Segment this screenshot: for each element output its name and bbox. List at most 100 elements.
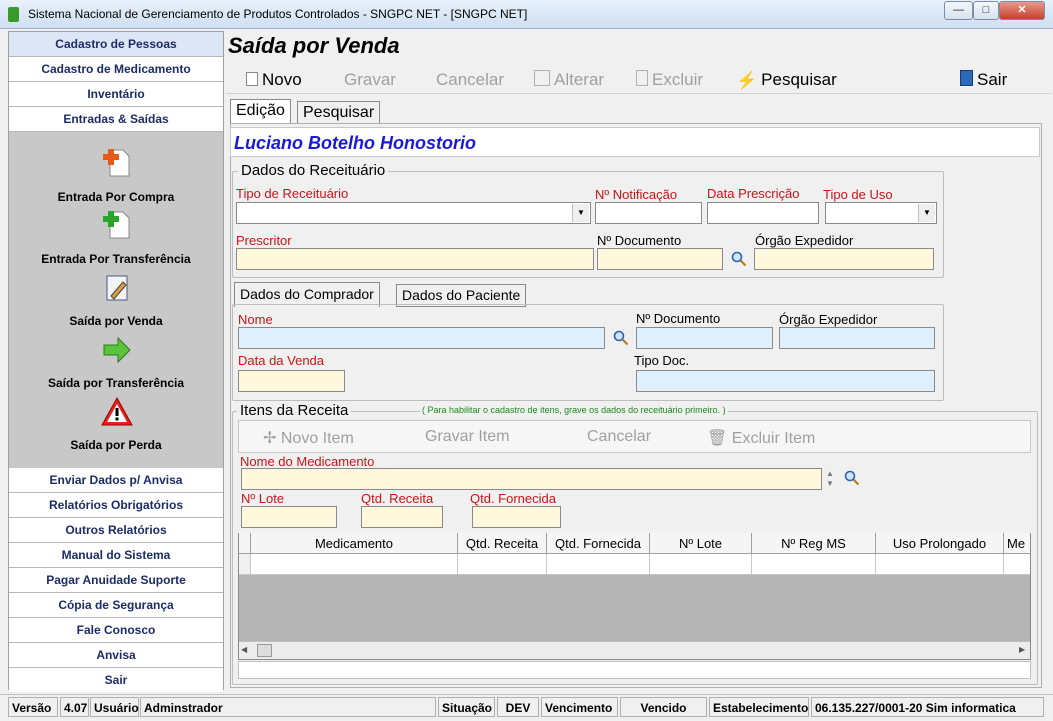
sidebar-item-inventario[interactable]: Inventário	[9, 82, 223, 107]
sidebar-saida-transferencia[interactable]: Saída por Transferência	[9, 376, 223, 390]
saida-transferencia-icon	[103, 336, 131, 364]
sidebar-item-entradas-saidas[interactable]: Entradas & Saídas	[9, 107, 223, 132]
grid-header-qtd-receita[interactable]: Qtd. Receita	[458, 533, 547, 554]
pesquisar-label: Pesquisar	[761, 70, 837, 89]
grid-cell[interactable]	[458, 554, 547, 575]
receituario-n-documento-label: Nº Documento	[597, 233, 682, 248]
status-usuario-value: Adminstrador	[140, 697, 436, 717]
alterar-button[interactable]: Alterar	[534, 70, 604, 90]
sidebar-entrada-transferencia[interactable]: Entrada Por Transferência	[9, 252, 223, 266]
excluir-item-label: Excluir Item	[731, 430, 816, 447]
sidebar-item-cadastro-pessoas[interactable]: Cadastro de Pessoas	[9, 32, 223, 57]
novo-item-label: Novo Item	[280, 430, 354, 447]
search-icon[interactable]	[731, 251, 747, 267]
nome-input[interactable]	[238, 327, 605, 349]
sidebar-item-relatorios-obrigatorios[interactable]: Relatórios Obrigatórios	[9, 493, 223, 518]
sidebar-item-outros-relatorios[interactable]: Outros Relatórios	[9, 518, 223, 543]
status-versao-value: 4.07	[60, 697, 89, 717]
tipo-receituario-select[interactable]: ▼	[236, 202, 591, 224]
close-button[interactable]: ✕	[999, 1, 1045, 20]
status-situacao-value: DEV	[497, 697, 539, 717]
grid-cell[interactable]	[752, 554, 876, 575]
sair-button[interactable]: Sair	[960, 70, 1007, 90]
n-lote-label: Nº Lote	[241, 491, 285, 506]
sidebar-item-cadastro-medicamento[interactable]: Cadastro de Medicamento	[9, 57, 223, 82]
n-lote-input[interactable]	[241, 506, 337, 528]
grid-row-indicator	[239, 554, 251, 575]
new-item-icon: ✢	[263, 430, 281, 447]
sidebar-saida-venda[interactable]: Saída por Venda	[9, 314, 223, 328]
comprador-n-documento-input[interactable]	[636, 327, 773, 349]
gravar-item-label: Gravar Item	[425, 428, 510, 445]
data-prescricao-input[interactable]	[707, 202, 819, 224]
data-prescricao-label: Data Prescrição	[707, 186, 800, 201]
scroll-left-icon[interactable]: ◀	[241, 645, 247, 654]
gravar-item-button[interactable]: Gravar Item	[425, 428, 509, 446]
sidebar-item-fale-conosco[interactable]: Fale Conosco	[9, 618, 223, 643]
qtd-receita-input[interactable]	[361, 506, 443, 528]
comprador-orgao-label: Órgão Expedidor	[779, 312, 878, 327]
excluir-button[interactable]: Excluir	[636, 70, 703, 90]
entrada-transferencia-icon	[103, 211, 130, 239]
receituario-n-documento-input[interactable]	[597, 248, 723, 270]
minimize-button[interactable]: —	[944, 1, 973, 20]
gravar-label: Gravar	[344, 70, 396, 89]
grid-header-n-lote[interactable]: Nº Lote	[650, 533, 752, 554]
grid-cell[interactable]	[650, 554, 752, 575]
grid-header-uso-prolongado[interactable]: Uso Prolongado	[876, 533, 1004, 554]
grid-horizontal-scrollbar[interactable]: ◀ ▶	[239, 641, 1030, 659]
status-estabelecimento-value: 06.135.227/0001-20 Sim informatica	[811, 697, 1044, 717]
scrollbar-thumb[interactable]	[257, 644, 272, 657]
sidebar-entrada-compra[interactable]: Entrada Por Compra	[9, 190, 223, 204]
itens-toolbar: ✢ Novo Item Gravar Item Cancelar 🗑 Exclu…	[238, 420, 1031, 453]
grid-cell[interactable]	[251, 554, 458, 575]
novo-button[interactable]: Novo	[246, 70, 302, 90]
comprador-orgao-input[interactable]	[779, 327, 935, 349]
n-notificacao-input[interactable]	[595, 202, 702, 224]
spin-arrows-icon[interactable]: ▲ ▼	[826, 469, 834, 489]
cancelar-item-button[interactable]: Cancelar	[587, 428, 651, 446]
cancelar-item-label: Cancelar	[587, 428, 652, 445]
sidebar-item-copia-seguranca[interactable]: Cópia de Segurança	[9, 593, 223, 618]
qtd-fornecida-input[interactable]	[472, 506, 561, 528]
novo-item-button[interactable]: ✢ Novo Item	[263, 428, 354, 448]
sidebar-item-sair[interactable]: Sair	[9, 668, 223, 692]
sidebar-saida-perda[interactable]: Saída por Perda	[9, 438, 223, 452]
grid-header-me[interactable]: Me	[1004, 533, 1030, 554]
receituario-orgao-label: Órgão Expedidor	[755, 233, 854, 248]
excluir-item-button[interactable]: 🗑 Excluir Item	[707, 428, 815, 448]
grid-cell[interactable]	[1004, 554, 1030, 575]
grid-indicator-header	[239, 533, 251, 554]
grid-cell[interactable]	[547, 554, 650, 575]
search-icon[interactable]	[613, 330, 629, 346]
search-icon[interactable]	[844, 470, 860, 486]
tipo-uso-select[interactable]: ▼	[825, 202, 937, 224]
gravar-button[interactable]: Gravar	[344, 70, 396, 90]
grid-header-qtd-fornecida[interactable]: Qtd. Fornecida	[547, 533, 650, 554]
grid-header-medicamento[interactable]: Medicamento	[251, 533, 458, 554]
sidebar-panel: Entrada Por Compra Entrada Por Transferê…	[9, 132, 223, 468]
maximize-button[interactable]: □	[973, 1, 999, 20]
pesquisar-button[interactable]: ⚡ Pesquisar	[736, 70, 837, 90]
toolbar: Novo Gravar Cancelar Alterar Excluir ⚡ Pe…	[226, 62, 1051, 94]
grid-cell[interactable]	[876, 554, 1004, 575]
receituario-orgao-input[interactable]	[754, 248, 934, 270]
sidebar-item-enviar-dados[interactable]: Enviar Dados p/ Anvisa	[9, 468, 223, 493]
sidebar-item-anvisa[interactable]: Anvisa	[9, 643, 223, 668]
status-situacao-label: Situação	[438, 697, 495, 717]
itens-hint: ( Para habilitar o cadastro de itens, gr…	[420, 405, 728, 415]
sidebar-item-manual[interactable]: Manual do Sistema	[9, 543, 223, 568]
tab-edicao[interactable]: Edição	[230, 99, 291, 124]
itens-title: Itens da Receita	[237, 402, 352, 419]
sidebar-item-pagar-anuidade[interactable]: Pagar Anuidade Suporte	[9, 568, 223, 593]
tab-pesquisar[interactable]: Pesquisar	[297, 101, 381, 125]
tipo-doc-input[interactable]	[636, 370, 935, 392]
scroll-right-icon[interactable]: ▶	[1019, 645, 1025, 654]
grid-header-n-reg-ms[interactable]: Nº Reg MS	[752, 533, 876, 554]
prescritor-input[interactable]	[236, 248, 594, 270]
data-venda-input[interactable]	[238, 370, 345, 392]
nome-medicamento-input[interactable]	[241, 468, 822, 490]
sair-label: Sair	[977, 70, 1008, 89]
cancelar-button[interactable]: Cancelar	[436, 70, 504, 90]
trash-icon	[636, 70, 648, 86]
